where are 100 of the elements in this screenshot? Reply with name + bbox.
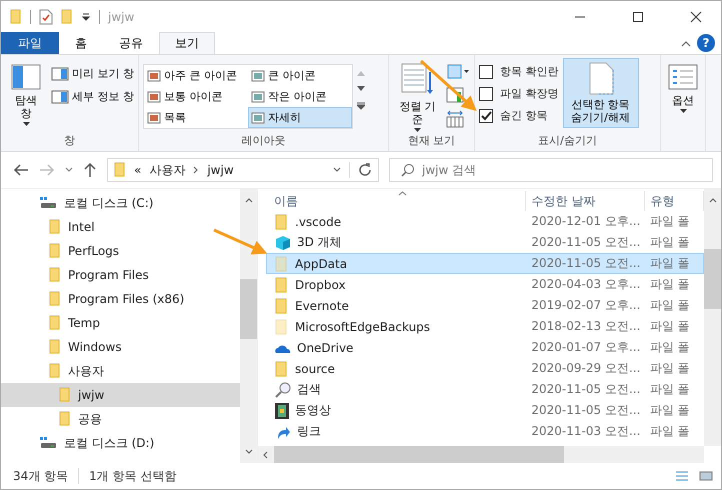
file-row[interactable]: 검색 2020-11-05 오전... 파일 폴 (266, 379, 704, 400)
breadcrumb[interactable]: 사용자 (149, 162, 186, 178)
search-field[interactable]: jwjw 검색 (389, 158, 713, 182)
options-button[interactable]: 옵션 (665, 58, 701, 118)
file-row[interactable]: OneDrive 2020-01-07 오후... 파일 폴 (266, 337, 704, 358)
view-icon (147, 112, 161, 124)
folder-icon (59, 387, 71, 403)
file-date: 2020-09-29 오전... (530, 360, 642, 377)
file-date: 2020-11-05 오전... (530, 402, 642, 419)
breadcrumb-separator-icon[interactable] (193, 166, 200, 174)
expand-gallery-icon[interactable] (357, 102, 365, 110)
ribbon-tab[interactable]: 보기 (159, 32, 215, 54)
selection-count: 1개 항목 선택함 (89, 468, 176, 484)
view-icon (147, 70, 161, 82)
hide-selected-button[interactable]: 선택한 항목 숨기기/해제 (562, 58, 638, 128)
column-header[interactable]: 이름 (258, 191, 526, 211)
back-icon[interactable] (13, 163, 29, 177)
file-row[interactable]: Evernote 2019-02-07 오후... 파일 폴 (266, 295, 704, 316)
details-view-icon[interactable] (675, 470, 689, 482)
file-type: 파일 폴 (648, 255, 691, 272)
properties-icon[interactable] (39, 8, 53, 24)
layout-option[interactable]: 자세히 (248, 107, 352, 128)
maximize-icon[interactable] (632, 10, 644, 22)
tree-item[interactable]: 공용 (1, 407, 240, 431)
folder-icon (49, 243, 61, 259)
address-dropdown-icon[interactable] (333, 167, 341, 173)
navigation-pane-button[interactable]: 탐색 창 (5, 58, 47, 130)
scroll-left-icon[interactable] (262, 450, 268, 458)
scrollbar-thumb[interactable] (274, 446, 564, 463)
group-by-icon[interactable] (446, 64, 470, 80)
view-icon (147, 90, 161, 102)
folder-icon (49, 363, 61, 379)
ribbon-tab[interactable]: 홈 (59, 32, 103, 54)
view-icon (251, 90, 265, 102)
layout-option[interactable]: 아주 큰 아이콘 (144, 65, 248, 86)
tree-item[interactable]: jwjw (1, 383, 240, 407)
annotation-arrow (420, 60, 477, 112)
scroll-down-icon[interactable] (357, 86, 365, 92)
file-date: 2020-04-03 오후... (530, 276, 642, 293)
tree-item[interactable]: Program Files (1, 263, 240, 287)
close-icon[interactable] (690, 10, 702, 22)
file-row[interactable]: 링크 2020-11-03 오전... 파일 폴 (266, 421, 704, 442)
file-type: 파일 폴 (648, 360, 691, 377)
tree-item[interactable]: PerfLogs (1, 239, 240, 263)
file-row[interactable]: source 2020-09-29 오전... 파일 폴 (266, 358, 704, 379)
large-icons-view-icon[interactable] (699, 470, 713, 482)
address-bar[interactable]: « 사용자 jwjw (107, 158, 379, 182)
file-row[interactable]: Dropbox 2020-04-03 오후... 파일 폴 (266, 274, 704, 295)
file-row[interactable]: 동영상 2020-11-05 오전... 파일 폴 (266, 400, 704, 421)
up-icon[interactable] (83, 162, 97, 178)
tree-item[interactable]: 로컬 디스크 (D:) (1, 431, 240, 455)
file-row[interactable]: AppData 2020-11-05 오전... 파일 폴 (266, 253, 704, 274)
tree-item[interactable]: Temp (1, 311, 240, 335)
scroll-down-icon[interactable] (244, 449, 252, 455)
layout-option[interactable]: 보통 아이콘 (144, 86, 248, 107)
file-date: 2020-11-05 오전... (530, 381, 642, 398)
scrollbar-thumb[interactable] (704, 249, 721, 309)
layout-option[interactable]: 작은 아이콘 (248, 86, 352, 107)
tree-item[interactable]: Program Files (x86) (1, 287, 240, 311)
file-type: 파일 폴 (648, 381, 691, 398)
file-row[interactable]: .vscode 2020-12-01 오후... 파일 폴 (266, 211, 704, 232)
file-type: 파일 폴 (648, 234, 691, 251)
checkbox[interactable] (479, 86, 493, 100)
customize-caret-icon[interactable] (81, 12, 91, 22)
breadcrumb-overflow[interactable]: « (134, 163, 142, 177)
layout-option[interactable]: 목록 (144, 107, 248, 128)
collapse-ribbon-icon[interactable] (681, 40, 691, 48)
checkbox[interactable] (479, 64, 493, 78)
scroll-up-icon[interactable] (708, 197, 716, 203)
scrollbar-thumb[interactable] (240, 279, 257, 339)
column-header[interactable]: 수정한 날짜 (526, 191, 644, 211)
item-count: 34개 항목 (13, 468, 68, 484)
group-label: 창 (63, 133, 76, 148)
folder-icon (59, 411, 71, 427)
size-columns-icon[interactable] (446, 110, 464, 128)
tree-item[interactable]: 로컬 디스크 (C:) (1, 191, 240, 215)
search-icon (401, 163, 415, 177)
tree-item[interactable]: Intel (1, 215, 240, 239)
file-name: .vscode (295, 214, 342, 228)
recent-locations-icon[interactable] (65, 167, 73, 173)
checkbox[interactable] (479, 108, 493, 122)
file-name: Evernote (295, 298, 349, 312)
layout-option[interactable]: 큰 아이콘 (248, 65, 352, 86)
tree-item[interactable]: Windows (1, 335, 240, 359)
ribbon-tab[interactable]: 파일 (1, 32, 59, 54)
breadcrumb[interactable]: jwjw (207, 163, 234, 177)
ribbon-tab[interactable]: 공유 (103, 32, 159, 54)
refresh-icon[interactable] (358, 163, 372, 177)
file-type: 파일 폴 (648, 339, 691, 356)
view-icon (251, 70, 265, 82)
folder-icon (49, 315, 61, 331)
file-row[interactable]: MicrosoftEdgeBackups 2018-02-13 오전... 파일 폴 (266, 316, 704, 337)
scroll-up-icon[interactable] (244, 197, 252, 203)
file-name: 동영상 (295, 402, 331, 419)
file-row[interactable]: 3D 개체 2020-11-05 오전... 파일 폴 (266, 232, 704, 253)
help-button[interactable]: ? (697, 34, 715, 52)
details-pane-button[interactable]: 세부 정보 창 (51, 87, 134, 106)
preview-pane-button[interactable]: 미리 보기 창 (51, 64, 134, 83)
tree-item[interactable]: 사용자 (1, 359, 240, 383)
caret-icon (414, 128, 421, 132)
